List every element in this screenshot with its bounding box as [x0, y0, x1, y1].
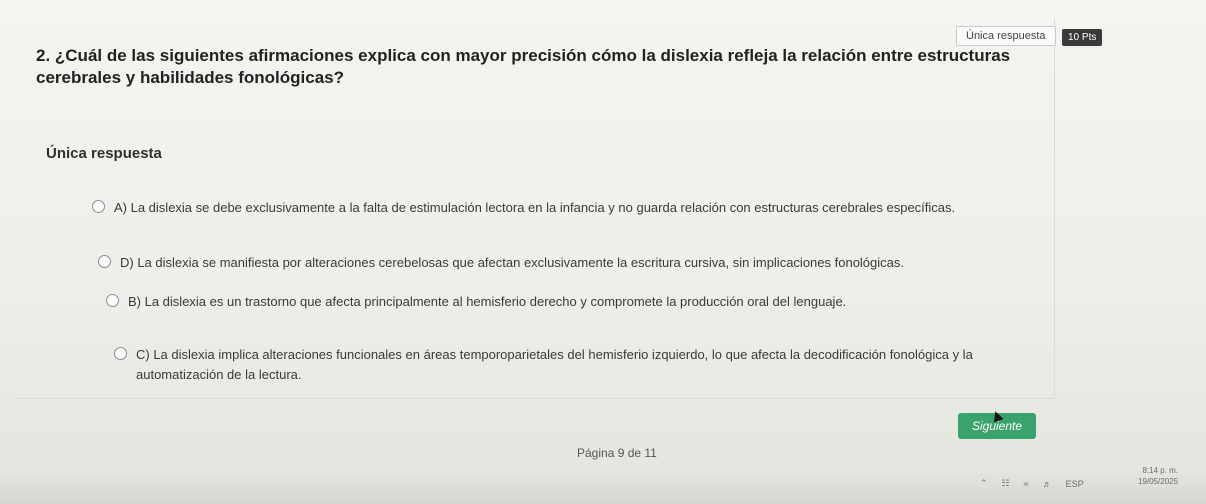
option-b[interactable]: B) La dislexia es un trastorno que afect…	[106, 292, 1026, 312]
points-badge: 10 Pts	[1062, 29, 1103, 46]
option-label: A) La dislexia se debe exclusivamente a …	[114, 200, 956, 215]
wifi-icon[interactable]: ≈	[1024, 479, 1029, 489]
answer-type-label: Única respuesta	[46, 145, 162, 162]
radio-button[interactable]	[106, 294, 119, 307]
system-tray: ⌃ ☷ ≈ ♬ ESP	[980, 478, 1098, 489]
clock-date: 19/05/2025	[1138, 477, 1179, 486]
option-label: D) La dislexia se manifiesta por alterac…	[120, 255, 904, 270]
radio-button[interactable]	[114, 347, 127, 360]
option-a[interactable]: A) La dislexia se debe exclusivamente a …	[92, 198, 1022, 218]
chevron-up-icon[interactable]: ⌃	[980, 478, 988, 489]
language-indicator[interactable]: ESP	[1066, 479, 1084, 489]
option-label: B) La dislexia es un trastorno que afect…	[128, 294, 847, 309]
taskbar-clock[interactable]: 8:14 p. m. 19/05/2025	[1138, 465, 1178, 487]
radio-button[interactable]	[92, 200, 105, 213]
clock-time: 8:14 p. m.	[1142, 466, 1179, 475]
network-icon[interactable]: ☷	[1002, 478, 1010, 489]
speaker-icon[interactable]: ♬	[1043, 479, 1052, 489]
page-indicator: Página 9 de 11	[577, 446, 657, 460]
radio-button[interactable]	[98, 255, 111, 268]
answer-type-tag: Única respuesta	[956, 26, 1056, 46]
question-text: 2. ¿Cuál de las siguientes afirmaciones …	[36, 46, 1011, 87]
option-label: C) La dislexia implica alteraciones func…	[136, 347, 973, 382]
option-c[interactable]: C) La dislexia implica alteraciones func…	[114, 345, 994, 385]
option-d[interactable]: D) La dislexia se manifiesta por alterac…	[98, 253, 1028, 273]
